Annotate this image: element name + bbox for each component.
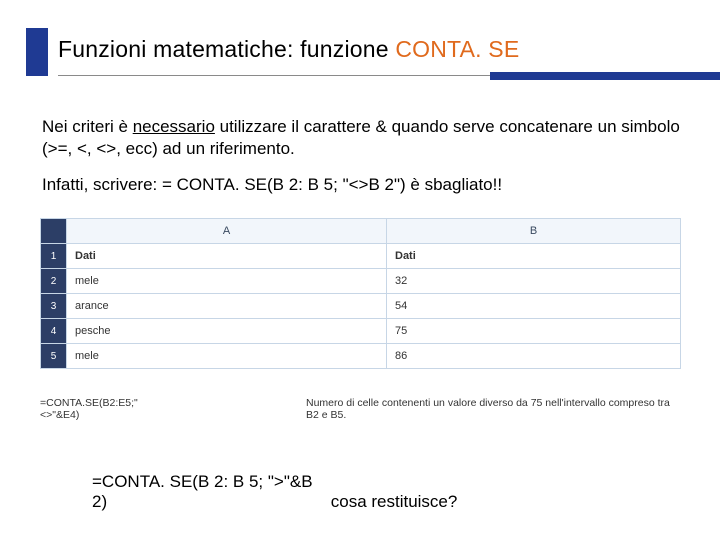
formula-example-formula: =CONTA.SE(B2:E5;"<>"&E4) [40,397,166,421]
cell-b5: 86 [387,344,681,369]
title-text-black: Funzioni matematiche: funzione [58,36,395,62]
table-row: 2 mele 32 [41,269,681,294]
col-header-b: B [387,219,681,244]
spreadsheet-table: A B 1 Dati Dati 2 mele 32 3 arance 54 4 … [40,218,681,369]
row-header: 1 [41,244,67,269]
table-row: 4 pesche 75 [41,319,681,344]
paragraph-1: Nei criteri è necessario utilizzare il c… [42,116,682,160]
title-text-orange: CONTA. SE [395,36,519,62]
row-header: 2 [41,269,67,294]
body-text: Nei criteri è necessario utilizzare il c… [42,116,682,209]
table-row: 5 mele 86 [41,344,681,369]
p1-part-a: Nei criteri è [42,117,133,136]
cell-b1: Dati [387,244,681,269]
cell-a5: mele [67,344,387,369]
cell-a4: pesche [67,319,387,344]
row-header: 4 [41,319,67,344]
paragraph-2: Infatti, scrivere: = CONTA. SE(B 2: B 5;… [42,174,682,196]
cell-b3: 54 [387,294,681,319]
spreadsheet-example: A B 1 Dati Dati 2 mele 32 3 arance 54 4 … [40,218,680,421]
table-row: 1 Dati Dati [41,244,681,269]
divider-line [58,75,490,76]
cell-b4: 75 [387,319,681,344]
row-header: 5 [41,344,67,369]
question-prompt: cosa restituisce? [331,492,458,511]
question-row: =CONTA. SE(B 2: B 5; ">"&B 2) cosa resti… [92,472,457,512]
corner-cell [41,219,67,244]
divider-block [490,72,720,80]
title-divider [58,72,720,80]
slide: Funzioni matematiche: funzione CONTA. SE… [0,0,720,540]
formula-example-row: =CONTA.SE(B2:E5;"<>"&E4) Numero di celle… [40,397,680,421]
slide-title: Funzioni matematiche: funzione CONTA. SE [58,36,519,63]
col-header-a: A [67,219,387,244]
cell-a3: arance [67,294,387,319]
cell-a2: mele [67,269,387,294]
table-row: 3 arance 54 [41,294,681,319]
title-accent-bar [26,28,48,76]
p1-part-b: necessario [133,117,215,136]
row-header: 3 [41,294,67,319]
cell-a1: Dati [67,244,387,269]
table-header-row: A B [41,219,681,244]
question-formula: =CONTA. SE(B 2: B 5; ">"&B 2) [92,472,326,512]
formula-example-desc: Numero di celle contenenti un valore div… [306,397,680,421]
cell-b2: 32 [387,269,681,294]
